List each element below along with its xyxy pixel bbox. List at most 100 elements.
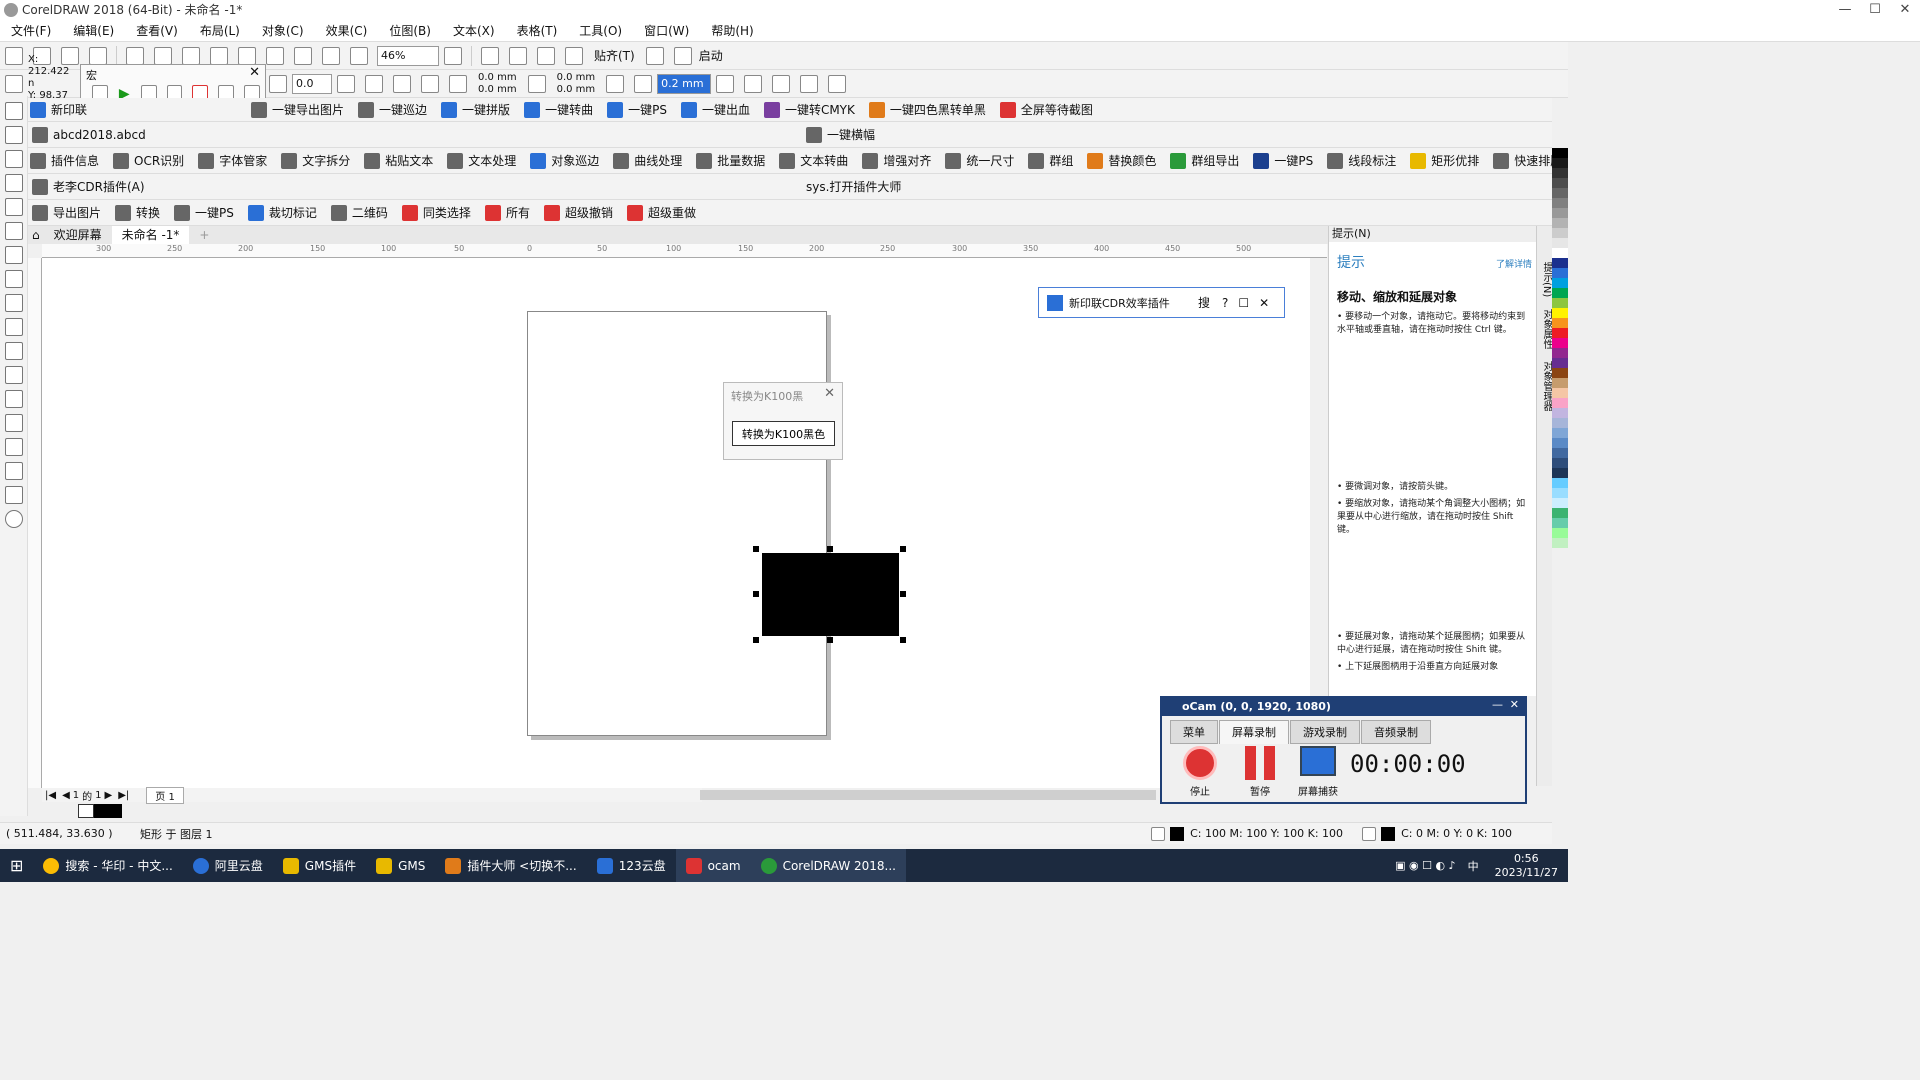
menu-help[interactable]: 帮助(H) [700, 20, 764, 42]
plugin-curve-process[interactable]: 曲线处理 [613, 152, 682, 169]
prev-page-icon[interactable]: ◀ [62, 790, 70, 801]
palette-swatch[interactable] [1552, 268, 1568, 278]
plugin-to-cmyk[interactable]: 一键转CMYK [763, 101, 855, 118]
palette-swatch[interactable] [1552, 168, 1568, 178]
color-palette[interactable] [1552, 148, 1568, 798]
outline-swatch[interactable] [1381, 826, 1396, 841]
selection-handle[interactable] [900, 591, 906, 597]
close-button[interactable]: ✕ [1890, 0, 1920, 20]
smart-fill-icon[interactable] [5, 486, 23, 504]
plugin-super-redo[interactable]: 超级重做 [626, 204, 696, 221]
corner-h1-field[interactable]: 0.0 mm [478, 84, 517, 96]
plugin-help-button[interactable]: ? [1222, 296, 1228, 310]
document-page[interactable] [527, 311, 827, 736]
minimize-button[interactable]: — [1830, 0, 1860, 20]
palette-swatch[interactable] [1552, 508, 1568, 518]
palette-swatch[interactable] [1552, 468, 1568, 478]
plugin-object-trace[interactable]: 对象巡边 [530, 152, 599, 169]
palette-swatch[interactable] [1552, 348, 1568, 358]
menu-table[interactable]: 表格(T) [506, 20, 569, 42]
selection-handle[interactable] [753, 591, 759, 597]
ocam-tab-audio-record[interactable]: 音频录制 [1361, 720, 1431, 744]
tab-welcome[interactable]: 欢迎屏幕 [44, 226, 112, 244]
plugin-align[interactable]: 增强对齐 [862, 152, 931, 169]
ocam-minimize-icon[interactable]: — [1492, 698, 1503, 711]
palette-swatch[interactable] [1552, 528, 1568, 538]
corner-round-icon[interactable] [393, 74, 411, 93]
interactive-fill-icon[interactable] [5, 462, 23, 480]
plugin-group-export[interactable]: 群组导出 [1170, 152, 1239, 169]
tray-icons[interactable]: ▣ ◉ ☐ ◐ ♪ [1395, 859, 1455, 872]
plugin-open-master[interactable]: sys.打开插件大师 [806, 178, 901, 195]
parallel-dimension-icon[interactable] [5, 342, 23, 360]
artistic-media-icon[interactable] [5, 222, 23, 240]
taskbar-chrome[interactable]: 搜索 - 华印 - 中文... [33, 849, 182, 882]
ellipse-tool-icon[interactable] [5, 270, 23, 288]
import-icon[interactable] [294, 46, 312, 65]
palette-swatch[interactable] [1552, 218, 1568, 228]
horizontal-scrollbar[interactable] [700, 790, 1156, 800]
menu-view[interactable]: 查看(V) [125, 20, 189, 42]
new-tab-icon[interactable]: + [189, 226, 219, 244]
palette-swatch[interactable] [1552, 368, 1568, 378]
zoom-tool-icon[interactable] [5, 174, 23, 192]
plugin-text-process[interactable]: 文本处理 [447, 152, 516, 169]
launch-menu[interactable]: 启动 [699, 47, 723, 64]
taskbar-coreldraw[interactable]: CorelDRAW 2018... [750, 849, 906, 882]
drop-shadow-icon[interactable] [5, 390, 23, 408]
plugin-export-image[interactable]: 一键导出图片 [251, 101, 344, 118]
plugin-to-curve[interactable]: 一键转曲 [524, 101, 593, 118]
home-icon[interactable]: ⌂ [32, 228, 40, 242]
crop-tool-icon[interactable] [5, 150, 23, 168]
plugin-font-manager[interactable]: 字体管家 [198, 152, 267, 169]
horizontal-ruler[interactable]: 300 250 200 150 100 50 0 50 100 150 200 … [42, 244, 1327, 258]
menu-object[interactable]: 对象(C) [251, 20, 315, 42]
ocam-tab-game-record[interactable]: 游戏录制 [1290, 720, 1360, 744]
palette-swatch[interactable] [1552, 378, 1568, 388]
palette-swatch[interactable] [1552, 308, 1568, 318]
plugin-split-text[interactable]: 文字拆分 [281, 152, 350, 169]
plugin-convert[interactable]: 转换 [115, 204, 160, 221]
to-back-icon[interactable] [772, 74, 791, 93]
print-icon[interactable] [89, 46, 107, 65]
text-tool-icon[interactable] [5, 318, 23, 336]
plugin-select-similar[interactable]: 同类选择 [401, 204, 471, 221]
freehand-tool-icon[interactable] [5, 198, 23, 216]
selection-handle[interactable] [827, 546, 833, 552]
mirror-h-icon[interactable] [337, 74, 355, 93]
full-screen-icon[interactable] [444, 46, 462, 65]
palette-swatch[interactable] [1552, 488, 1568, 498]
palette-swatch[interactable] [1552, 398, 1568, 408]
black-rectangle[interactable] [762, 553, 899, 636]
palette-swatch[interactable] [1552, 258, 1568, 268]
menu-file[interactable]: 文件(F) [0, 20, 62, 42]
palette-swatch[interactable] [1552, 228, 1568, 238]
palette-swatch[interactable] [1552, 298, 1568, 308]
options-gear-icon[interactable] [645, 46, 664, 65]
fill-swatch[interactable] [1170, 826, 1185, 841]
plugin-group[interactable]: 群组 [1028, 152, 1073, 169]
plugin-ocr[interactable]: OCR识别 [113, 152, 184, 169]
plugin-banner[interactable]: 一键横幅 [806, 126, 875, 143]
first-page-icon[interactable]: |◀ [45, 790, 56, 801]
selection-handle[interactable] [753, 546, 759, 552]
start-button[interactable]: ⊞ [0, 849, 33, 882]
plugin-info[interactable]: 插件信息 [30, 152, 99, 169]
palette-swatch[interactable] [1552, 388, 1568, 398]
to-front-icon[interactable] [744, 74, 763, 93]
ime-indicator[interactable]: 中 [1468, 858, 1479, 874]
vertical-ruler[interactable] [28, 258, 42, 788]
taskbar-plugin-master[interactable]: 插件大师 <切换不... [435, 849, 586, 882]
corner-scallop-icon[interactable] [421, 74, 439, 93]
maximize-button[interactable]: ☐ [1860, 0, 1890, 20]
plugin-dimension[interactable]: 线段标注 [1327, 152, 1396, 169]
plugin-ps-2[interactable]: 一键PS [1253, 152, 1313, 169]
selection-handle[interactable] [827, 637, 833, 643]
export-icon[interactable] [322, 46, 340, 65]
corner-w2-field[interactable]: 0.0 mm [557, 72, 596, 84]
palette-swatch[interactable] [1552, 198, 1568, 208]
ocam-stop-button[interactable]: 停止 [1176, 746, 1224, 798]
palette-swatch[interactable] [1552, 278, 1568, 288]
relative-scale-icon[interactable] [606, 74, 625, 93]
palette-swatch[interactable] [1552, 248, 1568, 258]
